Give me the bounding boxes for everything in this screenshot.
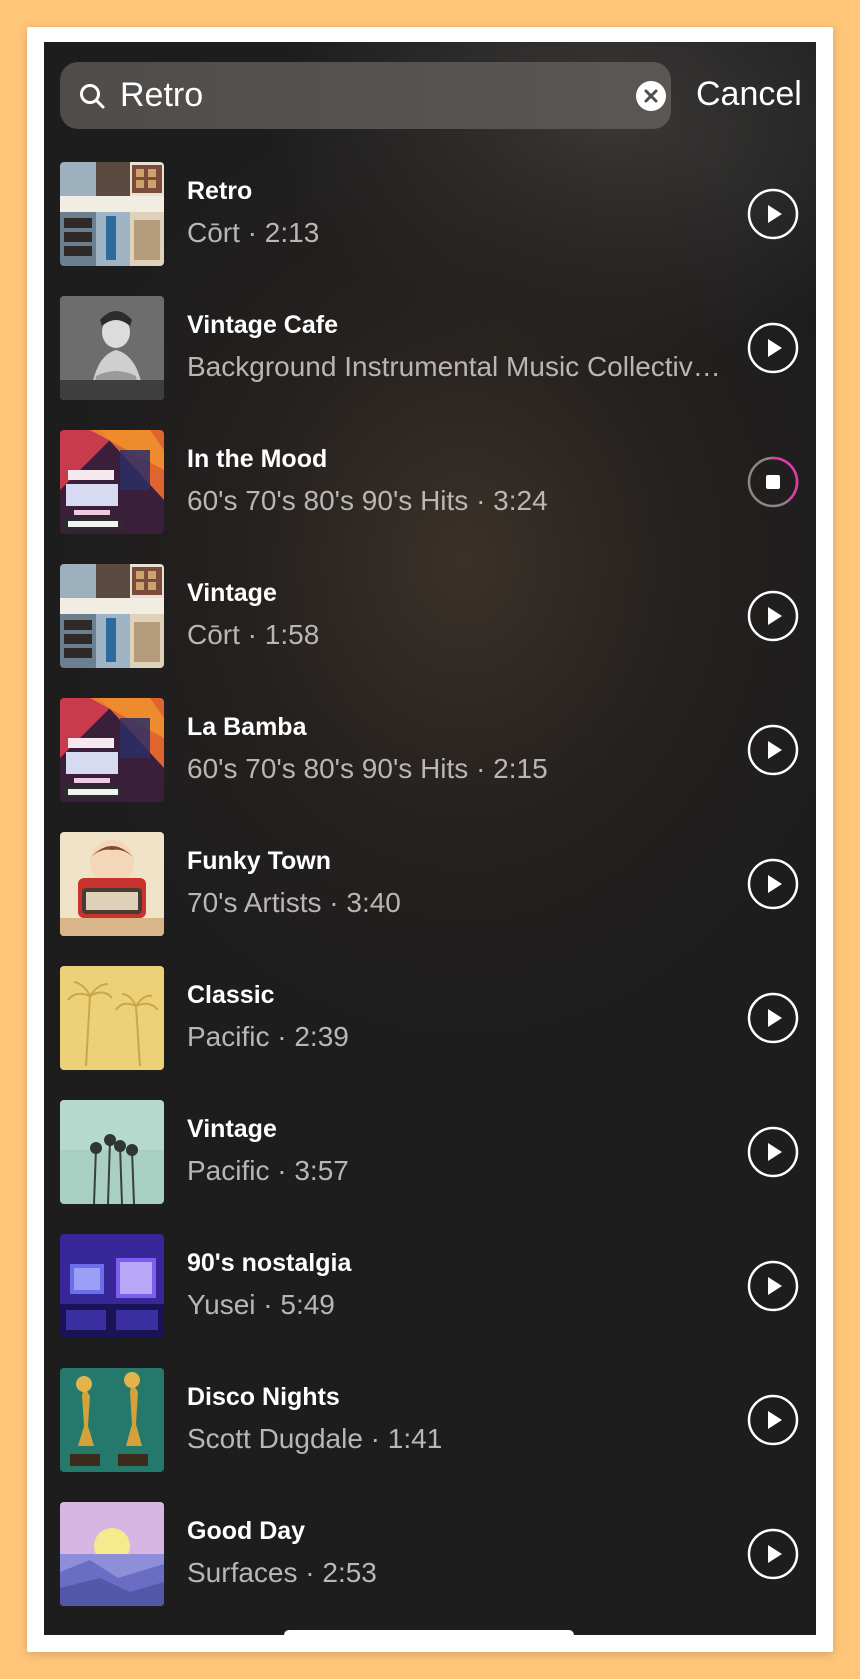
play-preview-button[interactable] <box>747 590 799 642</box>
track-subtitle: Pacific · 2:39 <box>187 1021 349 1052</box>
play-preview-button[interactable] <box>747 188 799 240</box>
track-title: Vintage <box>187 579 277 607</box>
track-title: Funky Town <box>187 847 331 875</box>
play-preview-button[interactable] <box>747 1126 799 1178</box>
track-row[interactable]: Good Day Surfaces · 2:53 <box>44 1502 816 1606</box>
play-icon <box>747 590 799 642</box>
track-title: Disco Nights <box>187 1383 340 1411</box>
track-row[interactable]: La Bamba 60's 70's 80's 90's Hits · 2:15 <box>44 698 816 802</box>
play-preview-button[interactable] <box>747 992 799 1044</box>
cancel-button[interactable]: Cancel <box>696 75 802 113</box>
track-subtitle: 60's 70's 80's 90's Hits · 3:24 <box>187 485 548 516</box>
track-subtitle: Cōrt · 2:13 <box>187 217 320 248</box>
play-icon <box>747 1260 799 1312</box>
album-art <box>60 1502 164 1606</box>
album-art <box>60 1100 164 1204</box>
album-art <box>60 296 164 400</box>
play-preview-button[interactable] <box>747 858 799 910</box>
play-icon <box>747 1394 799 1446</box>
play-preview-button[interactable] <box>747 724 799 776</box>
track-title: In the Mood <box>187 445 328 473</box>
track-subtitle: 70's Artists · 3:40 <box>187 887 401 918</box>
play-preview-button[interactable] <box>747 1394 799 1446</box>
track-title: La Bamba <box>187 713 307 741</box>
music-search-screen: Retro Cancel Retro Cōrt · 2:13 Vintage C… <box>44 42 816 1635</box>
track-row[interactable]: Vintage Cafe Background Instrumental Mus… <box>44 296 816 400</box>
track-title: Good Day <box>187 1517 306 1545</box>
track-subtitle: Scott Dugdale · 1:41 <box>187 1423 443 1454</box>
play-icon <box>747 1126 799 1178</box>
track-subtitle: Background Instrumental Music Collective… <box>187 351 727 382</box>
track-title: 90's nostalgia <box>187 1249 352 1277</box>
play-icon <box>747 1528 799 1580</box>
track-row[interactable]: Classic Pacific · 2:39 <box>44 966 816 1070</box>
play-preview-button[interactable] <box>747 1528 799 1580</box>
track-title: Retro <box>187 177 253 205</box>
search-icon <box>80 84 105 109</box>
track-row[interactable]: 90's nostalgia Yusei · 5:49 <box>44 1234 816 1338</box>
track-title: Vintage <box>187 1115 277 1143</box>
track-subtitle: Pacific · 3:57 <box>187 1155 349 1186</box>
track-row[interactable]: Funky Town 70's Artists · 3:40 <box>44 832 816 936</box>
track-subtitle: 60's 70's 80's 90's Hits · 2:15 <box>187 753 548 784</box>
stop-preview-button[interactable] <box>747 456 799 508</box>
album-art <box>60 966 164 1070</box>
track-title: Classic <box>187 981 275 1009</box>
search-query[interactable]: Retro <box>120 76 203 114</box>
album-art <box>60 1234 164 1338</box>
track-row[interactable]: In the Mood 60's 70's 80's 90's Hits · 3… <box>44 430 816 534</box>
close-icon <box>644 89 658 103</box>
play-icon <box>747 188 799 240</box>
home-indicator[interactable] <box>284 1630 574 1635</box>
track-row[interactable]: Retro Cōrt · 2:13 <box>44 162 816 266</box>
album-art <box>60 564 164 668</box>
album-art <box>60 430 164 534</box>
track-subtitle: Surfaces · 2:53 <box>187 1557 377 1588</box>
track-subtitle: Cōrt · 1:58 <box>187 619 320 650</box>
play-preview-button[interactable] <box>747 322 799 374</box>
play-icon <box>747 858 799 910</box>
play-icon <box>747 724 799 776</box>
album-art <box>60 162 164 266</box>
track-subtitle: Yusei · 5:49 <box>187 1289 335 1320</box>
track-title: Vintage Cafe <box>187 311 338 339</box>
track-row[interactable]: Vintage Cōrt · 1:58 <box>44 564 816 668</box>
album-art <box>60 832 164 936</box>
play-icon <box>747 992 799 1044</box>
clear-search-button[interactable] <box>636 81 666 111</box>
album-art <box>60 1368 164 1472</box>
play-preview-button[interactable] <box>747 1260 799 1312</box>
play-icon <box>747 322 799 374</box>
album-art <box>60 698 164 802</box>
track-row[interactable]: Vintage Pacific · 3:57 <box>44 1100 816 1204</box>
search-input[interactable]: Retro <box>60 62 671 129</box>
stop-icon <box>747 456 799 508</box>
track-row[interactable]: Disco Nights Scott Dugdale · 1:41 <box>44 1368 816 1472</box>
